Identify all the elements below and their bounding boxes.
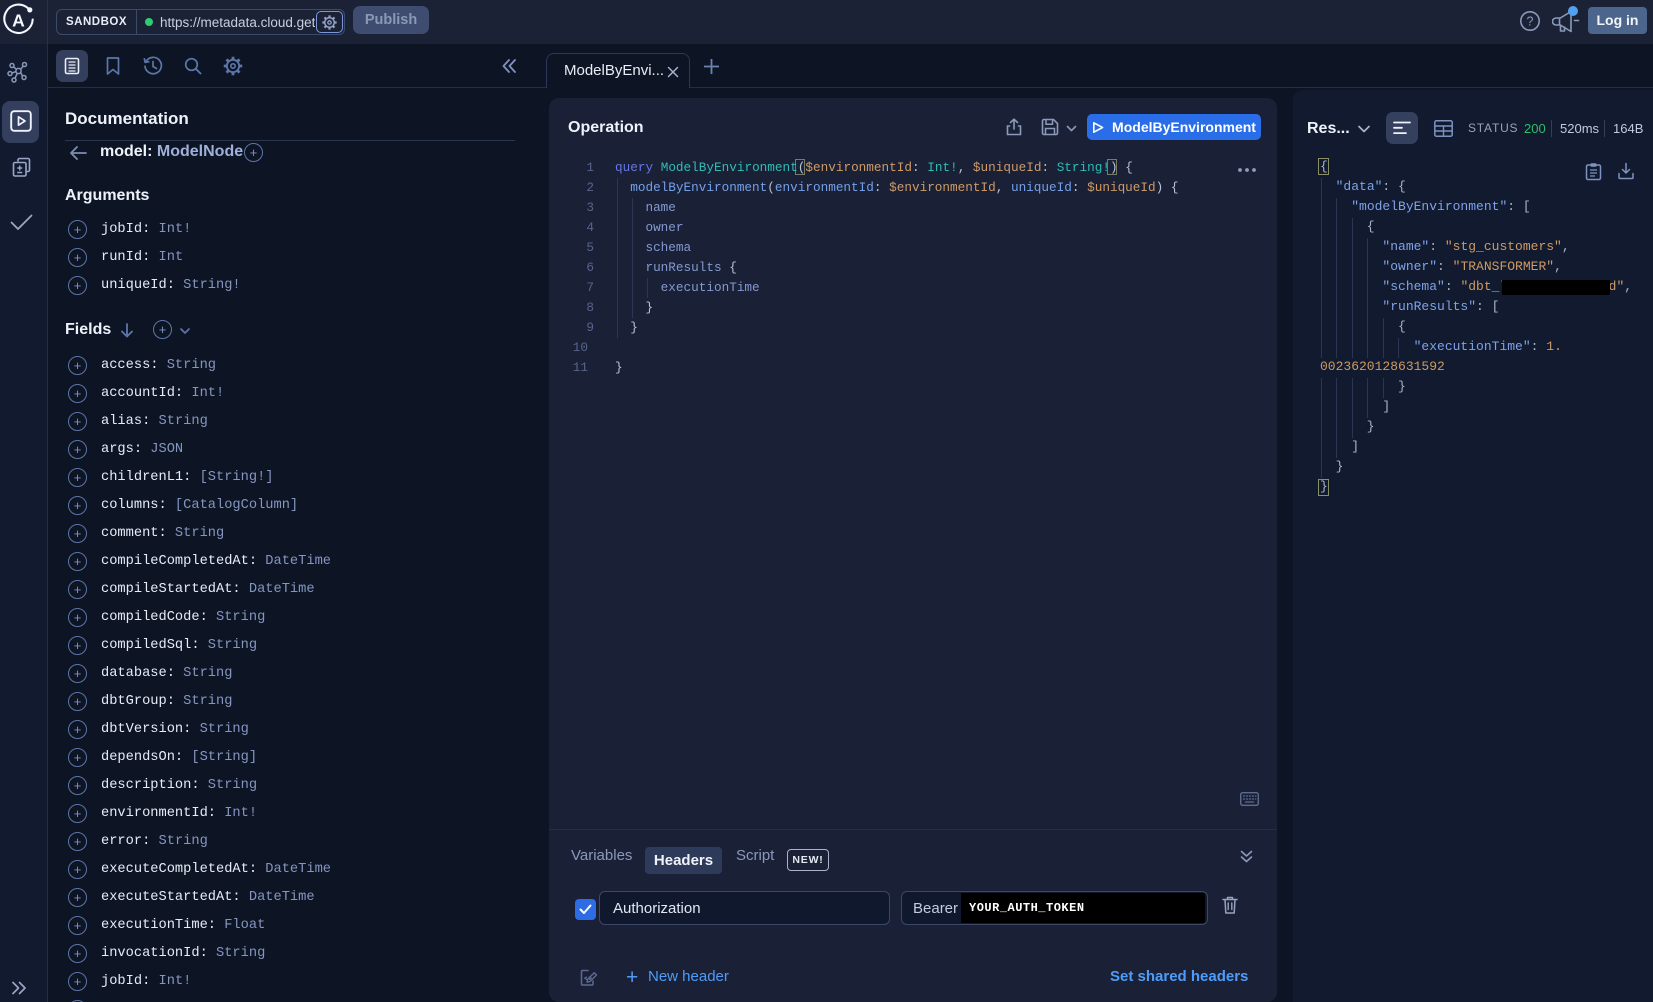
svg-text:A: A (12, 11, 25, 31)
svg-text:?: ? (1527, 15, 1534, 29)
